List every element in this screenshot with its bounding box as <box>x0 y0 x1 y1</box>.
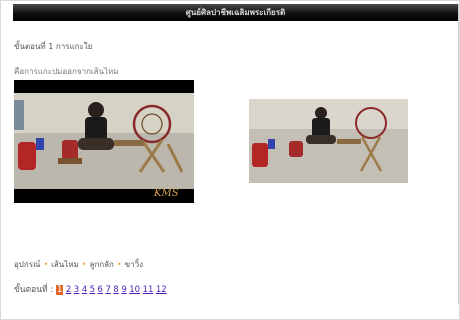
caption-item: เส้นไหม <box>51 260 79 269</box>
step-link-2[interactable]: 2 <box>66 285 71 295</box>
step-description: คือการแกะปมออกจากเส้นไหม <box>14 67 119 76</box>
step-link-7[interactable]: 7 <box>105 285 110 295</box>
caption-item: ลูกกลัก <box>89 260 114 269</box>
video-frame-image: KMS <box>14 80 194 203</box>
step-link-3[interactable]: 3 <box>74 285 79 295</box>
video-thumbnail-image <box>249 99 408 183</box>
step-link-8[interactable]: 8 <box>113 285 118 295</box>
step-link-4[interactable]: 4 <box>82 285 87 295</box>
step-link-11[interactable]: 11 <box>143 285 154 295</box>
step-link-12[interactable]: 12 <box>156 285 167 295</box>
caption-separator: • <box>81 260 87 269</box>
step-link-10[interactable]: 10 <box>129 285 140 295</box>
header-bar: ศูนย์ศิลปาชีพเฉลิมพระเกียรติ <box>13 4 458 21</box>
lesson-video-thumbnail[interactable] <box>249 99 408 183</box>
video-watermark: KMS <box>153 188 179 199</box>
caption-item: อุปกรณ์ <box>14 260 41 269</box>
step-pagination-label: ขั้นตอนที่ : <box>14 285 54 295</box>
step-heading: ขั้นตอนที่ 1 การแกะใย <box>14 42 93 51</box>
caption-separator: • <box>116 260 122 269</box>
step-pagination: ขั้นตอนที่ : 1 2 3 4 5 6 7 8 9 10 11 12 <box>14 282 169 296</box>
right-divider <box>458 4 459 304</box>
header-title: ศูนย์ศิลปาชีพเฉลิมพระเกียรติ <box>185 8 286 17</box>
equipment-caption: อุปกรณ์ • เส้นไหม • ลูกกลัก • ขาวิ้ง <box>14 258 143 271</box>
caption-item: ขาวิ้ง <box>124 260 143 269</box>
lesson-video-main[interactable]: KMS <box>14 80 194 203</box>
step-link-9[interactable]: 9 <box>121 285 126 295</box>
step-link-5[interactable]: 5 <box>90 285 95 295</box>
step-link-1[interactable]: 1 <box>55 285 64 295</box>
step-link-6[interactable]: 6 <box>98 285 103 295</box>
caption-separator: • <box>43 260 49 269</box>
